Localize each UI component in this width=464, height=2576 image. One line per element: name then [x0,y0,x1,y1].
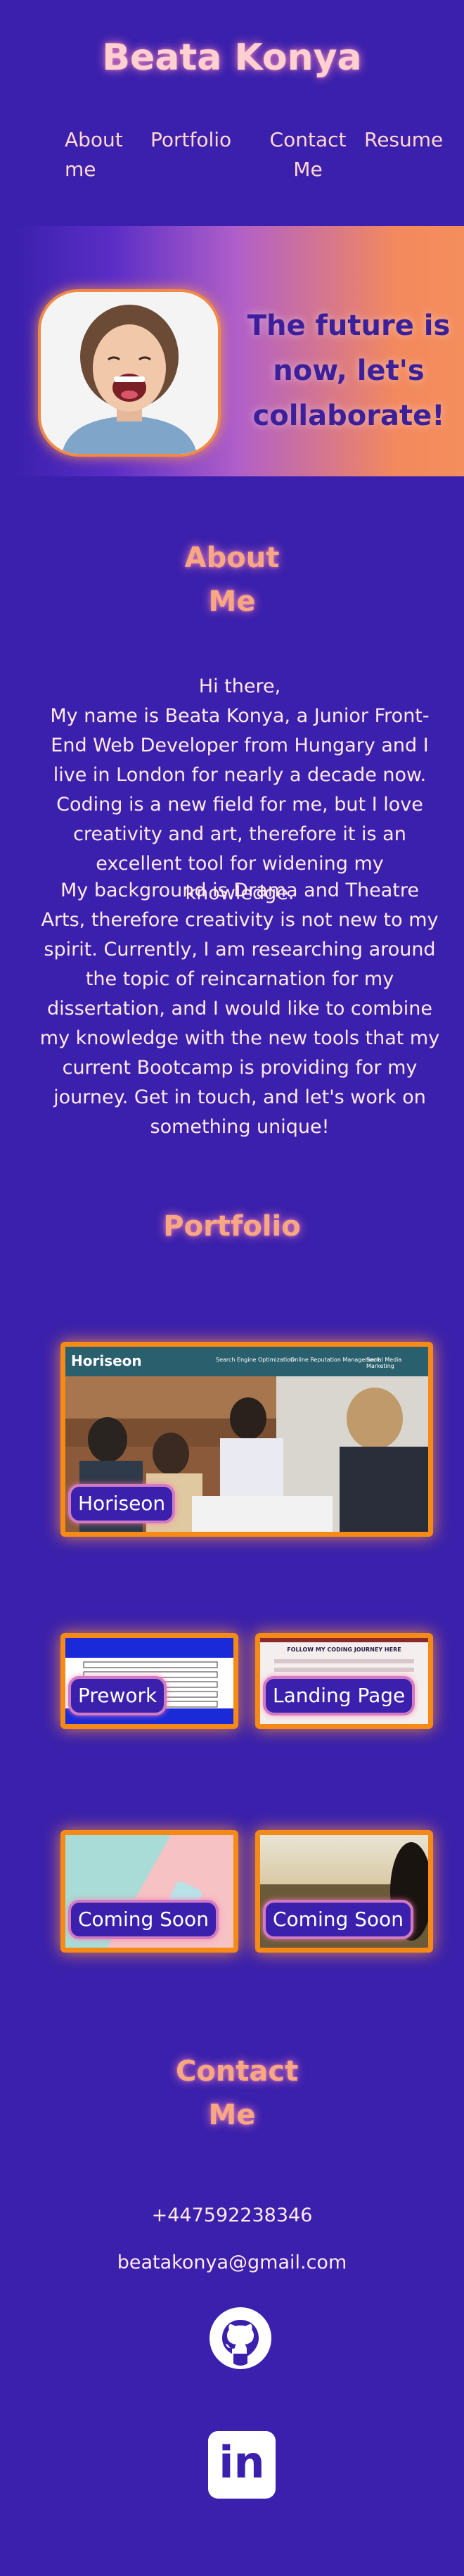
hero-tagline: The future is now, let's collaborate! [247,310,451,432]
project-label-coming-soon-1: Coming Soon [68,1900,219,1939]
portfolio-heading: Portfolio [163,1210,301,1243]
project-label-coming-soon-2: Coming Soon [263,1900,413,1939]
nav-link-contact[interactable]: Contact Me [266,125,350,184]
landing-page-topbar [260,1638,428,1642]
horiseon-nav-item-3: Social Media Marketing [366,1357,402,1369]
horiseon-screenshot-header: Horiseon Search Engine Optimization Onli… [65,1347,428,1376]
nav-link-about[interactable]: About me [65,125,135,184]
project-label-landing-page: Landing Page [263,1676,415,1715]
linkedin-link[interactable]: in [208,2431,277,2500]
contact-heading: Contact Me [176,2055,299,2131]
profile-photo [38,289,221,457]
about-heading: About Me [184,542,280,618]
project-label-horiseon: Horiseon [68,1484,176,1523]
github-icon [210,2307,271,2369]
site-title: Beata Konya [102,37,362,79]
contact-email[interactable]: beatakonya@gmail.com [0,2249,464,2277]
linkedin-logo-text: in [219,2437,265,2488]
project-card-horiseon[interactable]: Horiseon Search Engine Optimization Onli… [60,1342,433,1537]
nav-link-portfolio[interactable]: Portfolio [150,125,249,155]
project-label-prework: Prework [68,1676,167,1715]
project-card-landing-page[interactable]: FOLLOW MY CODING JOURNEY HERE Landing Pa… [255,1633,433,1729]
contact-phone[interactable]: +447592238346 [0,2202,464,2230]
about-greeting: Hi there, [198,675,281,697]
landing-page-text-line [274,1659,414,1663]
github-link[interactable] [208,2306,273,2371]
linkedin-icon: in [208,2431,276,2499]
project-card-coming-soon-1[interactable]: Coming Soon [60,1830,238,1953]
smiling-woman-portrait-icon [41,292,218,454]
project-card-coming-soon-2[interactable]: Coming Soon [255,1830,433,1953]
hero-banner: The future is now, let's collaborate! [11,226,464,476]
landing-page-text-line [274,1668,414,1672]
nav-link-resume[interactable]: Resume [364,125,449,155]
project-card-prework[interactable]: Prework [60,1633,238,1729]
horiseon-nav-item-1: Search Engine Optimization [216,1357,295,1363]
horiseon-brand: Horiseon [71,1352,142,1369]
about-paragraph-2: My background is Drama and Theatre Arts,… [39,880,440,1138]
landing-page-screenshot-title: FOLLOW MY CODING JOURNEY HERE [287,1647,401,1653]
